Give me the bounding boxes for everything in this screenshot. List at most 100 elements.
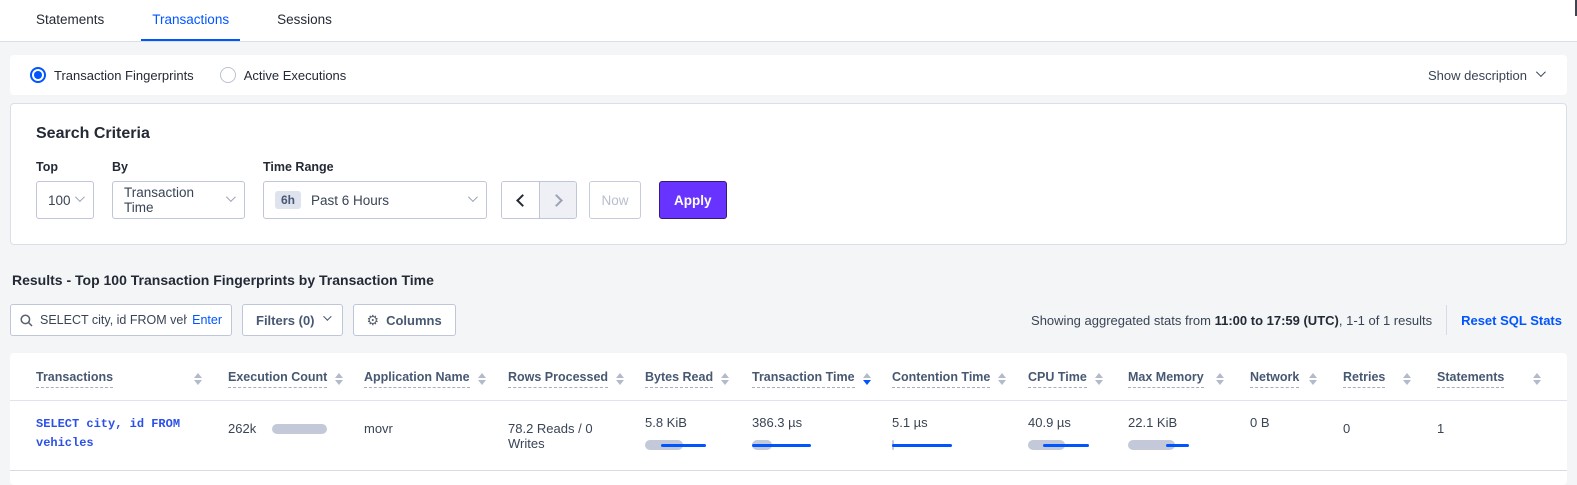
cell-rows-processed: 78.2 Reads / 0 Writes (508, 401, 645, 471)
chevron-down-icon (226, 192, 236, 202)
radio-active-executions[interactable]: Active Executions (220, 67, 347, 83)
sort-icon[interactable] (1533, 373, 1541, 385)
sort-icon[interactable] (1403, 373, 1411, 385)
column-header-transaction-time[interactable]: Transaction Time (752, 353, 892, 401)
cell-max-memory: 22.1 KiB (1128, 401, 1250, 471)
time-range-value: Past 6 Hours (311, 193, 389, 208)
results-controls-row: SELECT city, id FROM vehicles W Enter Fi… (10, 304, 1567, 336)
filters-button[interactable]: Filters (0) (242, 304, 343, 336)
search-enter-button[interactable]: Enter (192, 313, 222, 327)
by-select[interactable]: Transaction Time (112, 181, 245, 219)
column-header-max-memory[interactable]: Max Memory (1128, 353, 1250, 401)
previous-time-button[interactable] (502, 182, 539, 218)
column-header-bytes-read[interactable]: Bytes Read (645, 353, 752, 401)
apply-button[interactable]: Apply (659, 181, 727, 219)
columns-label: Columns (386, 313, 442, 328)
sort-icon[interactable] (998, 373, 1006, 385)
tab-statements[interactable]: Statements (25, 0, 115, 41)
search-criteria-title: Search Criteria (36, 125, 1541, 143)
rows-processed-value: 78.2 Reads / 0 Writes (508, 415, 621, 451)
chevron-left-icon (516, 194, 529, 207)
columns-button[interactable]: ⚙ Columns (353, 304, 456, 336)
search-criteria-card: Search Criteria Top 100 By Transaction T… (10, 103, 1567, 245)
column-header-execution-count[interactable]: Execution Count (228, 353, 364, 401)
top-tab-bar: Statements Transactions Sessions (0, 0, 1577, 42)
cell-application-name: movr (364, 401, 508, 471)
view-radio-group: Transaction Fingerprints Active Executio… (30, 67, 346, 83)
sort-icon-active[interactable] (863, 373, 871, 385)
sort-icon[interactable] (1095, 373, 1103, 385)
now-button[interactable]: Now (589, 181, 641, 219)
divider (1446, 305, 1447, 335)
search-criteria-controls: Top 100 By Transaction Time Time Range 6… (36, 160, 1541, 219)
next-time-button[interactable] (539, 182, 576, 218)
tab-sessions[interactable]: Sessions (266, 0, 343, 41)
column-header-transactions[interactable]: Transactions (10, 353, 228, 401)
execution-count-bar (272, 424, 327, 434)
table-header-row: Transactions Execution Count Application… (10, 353, 1567, 401)
results-table: Transactions Execution Count Application… (10, 353, 1567, 471)
radio-label: Transaction Fingerprints (54, 68, 194, 83)
transaction-time-value: 386.3 µs (752, 415, 868, 430)
sort-icon[interactable] (478, 373, 486, 385)
stats-time-range: 11:00 to 17:59 (UTC) (1215, 313, 1339, 328)
column-header-rows-processed[interactable]: Rows Processed (508, 353, 645, 401)
column-header-contention-time[interactable]: Contention Time (892, 353, 1028, 401)
chevron-right-icon (550, 194, 563, 207)
cell-execution-count: 262k (228, 401, 364, 471)
radio-selected-icon[interactable] (30, 67, 46, 83)
execution-count-value: 262k (228, 421, 256, 436)
column-header-application-name[interactable]: Application Name (364, 353, 508, 401)
filters-label: Filters (0) (256, 313, 315, 328)
top-select[interactable]: 100 (36, 181, 94, 219)
search-input-value[interactable]: SELECT city, id FROM vehicles W (40, 313, 187, 327)
cell-transaction-time: 386.3 µs (752, 401, 892, 471)
column-header-cpu-time[interactable]: CPU Time (1028, 353, 1128, 401)
bytes-read-value: 5.8 KiB (645, 415, 728, 430)
stats-prefix: Showing aggregated stats from (1031, 313, 1215, 328)
stats-suffix: , 1-1 of 1 results (1339, 313, 1432, 328)
tab-transactions[interactable]: Transactions (141, 0, 240, 41)
sort-icon[interactable] (335, 373, 343, 385)
chevron-down-icon (323, 312, 331, 320)
sort-icon[interactable] (721, 373, 729, 385)
time-pager (501, 181, 577, 219)
cell-retries: 0 (1343, 401, 1437, 471)
top-label: Top (36, 160, 94, 174)
radio-unselected-icon[interactable] (220, 67, 236, 83)
time-range-badge: 6h (275, 191, 301, 209)
show-description-toggle[interactable]: Show description (1428, 68, 1543, 83)
by-field: By Transaction Time (94, 160, 245, 219)
cell-statements: 1 (1437, 401, 1567, 471)
transaction-fingerprint-link[interactable]: SELECT city, id FROM vehicles (36, 415, 204, 452)
column-header-network[interactable]: Network (1250, 353, 1343, 401)
max-memory-bar (1128, 439, 1202, 451)
radio-transaction-fingerprints[interactable]: Transaction Fingerprints (30, 67, 194, 83)
cell-network: 0 B (1250, 401, 1343, 471)
contention-time-value: 5.1 µs (892, 415, 1004, 430)
contention-time-bar (892, 439, 966, 451)
cpu-time-bar (1028, 439, 1102, 451)
reset-sql-stats-link[interactable]: Reset SQL Stats (1461, 313, 1562, 328)
search-input[interactable]: SELECT city, id FROM vehicles W Enter (10, 304, 232, 336)
results-title: Results - Top 100 Transaction Fingerprin… (12, 272, 1565, 288)
cpu-time-value: 40.9 µs (1028, 415, 1104, 430)
gear-icon: ⚙ (367, 313, 380, 327)
column-header-statements[interactable]: Statements (1437, 353, 1567, 401)
sort-icon[interactable] (1309, 373, 1317, 385)
column-header-retries[interactable]: Retries (1343, 353, 1437, 401)
radio-label: Active Executions (244, 68, 347, 83)
chevron-down-icon (75, 192, 85, 202)
sort-icon[interactable] (194, 373, 202, 385)
top-select-value: 100 (48, 193, 71, 208)
time-range-select[interactable]: 6h Past 6 Hours (263, 181, 487, 219)
statements-value: 1 (1437, 415, 1543, 436)
transaction-time-bar (752, 439, 826, 451)
cell-bytes-read: 5.8 KiB (645, 401, 752, 471)
chevron-down-icon (1536, 67, 1546, 77)
time-range-label: Time Range (263, 160, 487, 174)
table-row: SELECT city, id FROM vehicles 262k movr … (10, 401, 1567, 471)
sort-icon[interactable] (1216, 373, 1224, 385)
by-label: By (112, 160, 245, 174)
sort-icon[interactable] (616, 373, 624, 385)
